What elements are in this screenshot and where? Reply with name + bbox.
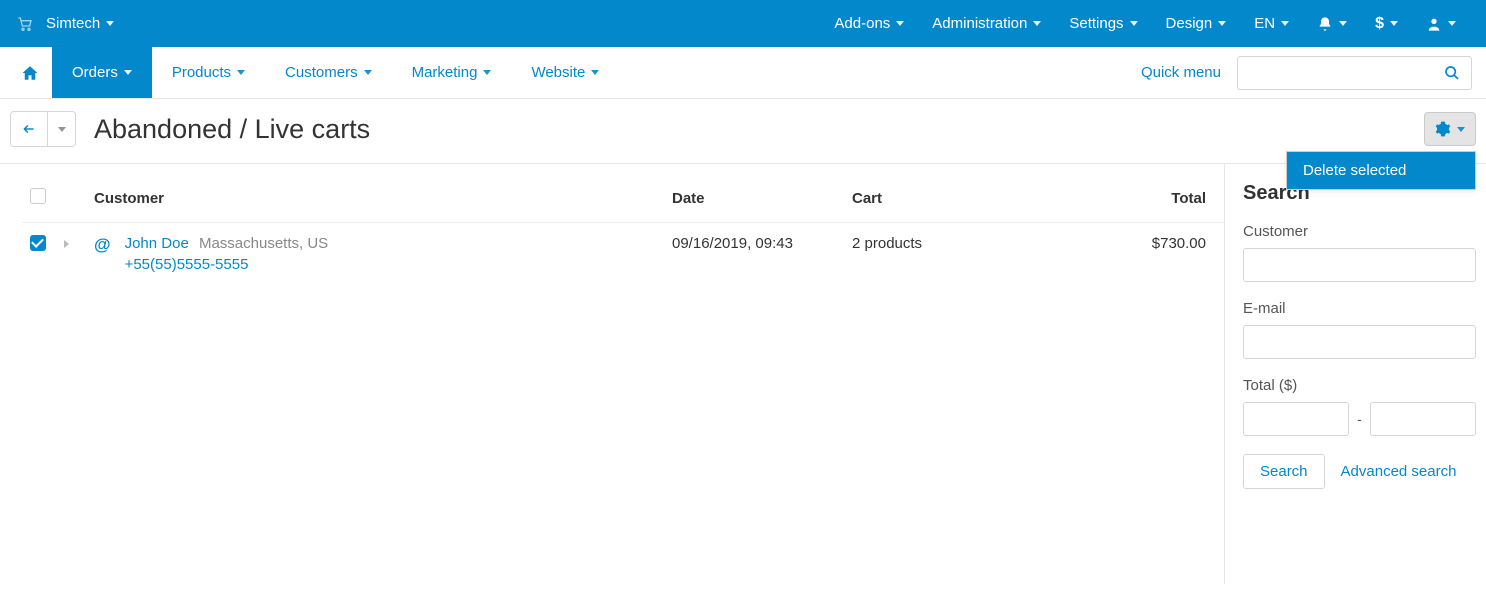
caret-down-icon xyxy=(58,127,66,132)
table-row: @ John Doe Massachusetts, US +55(55)5555… xyxy=(22,223,1224,286)
top-administration-label: Administration xyxy=(932,15,1027,32)
select-all-checkbox[interactable] xyxy=(30,188,46,204)
cart-icon xyxy=(16,16,34,32)
gear-dropdown: Delete selected xyxy=(1286,151,1476,190)
top-language-label: EN xyxy=(1254,15,1275,32)
global-search xyxy=(1237,47,1478,98)
total-range-dash: - xyxy=(1357,411,1362,427)
advanced-search-link[interactable]: Advanced search xyxy=(1341,463,1457,480)
total-label: Total ($) xyxy=(1243,377,1476,394)
top-language[interactable]: EN xyxy=(1240,0,1303,47)
top-notifications[interactable] xyxy=(1303,0,1361,47)
email-icon[interactable]: @ xyxy=(94,235,111,255)
total-from-input[interactable] xyxy=(1243,402,1349,436)
email-label: E-mail xyxy=(1243,300,1476,317)
nav-website-label: Website xyxy=(531,64,585,81)
caret-down-icon xyxy=(1448,21,1456,26)
sidebar-search-button[interactable]: Search xyxy=(1243,454,1325,489)
top-settings[interactable]: Settings xyxy=(1055,0,1151,47)
top-settings-label: Settings xyxy=(1069,15,1123,32)
caret-down-icon xyxy=(1390,21,1398,26)
arrow-left-icon xyxy=(20,122,38,136)
main-nav: Orders Products Customers Marketing Webs… xyxy=(0,47,1486,99)
back-button-group xyxy=(10,111,76,147)
caret-down-icon xyxy=(1281,21,1289,26)
brand-label: Simtech xyxy=(46,15,100,32)
total-to-input[interactable] xyxy=(1370,402,1476,436)
top-bar: Simtech Add-ons Administration Settings … xyxy=(0,0,1486,47)
caret-down-icon xyxy=(1218,21,1226,26)
caret-down-icon xyxy=(1033,21,1041,26)
email-input[interactable] xyxy=(1243,325,1476,359)
top-addons[interactable]: Add-ons xyxy=(820,0,918,47)
bell-icon xyxy=(1317,16,1333,32)
title-bar: Abandoned / Live carts Delete selected xyxy=(0,99,1486,164)
home-icon xyxy=(21,64,39,82)
caret-down-icon xyxy=(896,21,904,26)
nav-home[interactable] xyxy=(8,47,52,98)
brand-menu[interactable]: Simtech xyxy=(42,0,128,47)
back-button[interactable] xyxy=(11,112,47,146)
nav-marketing[interactable]: Marketing xyxy=(392,47,512,98)
row-total: $730.00 xyxy=(1104,223,1224,286)
nav-products[interactable]: Products xyxy=(152,47,265,98)
nav-customers-label: Customers xyxy=(285,64,358,81)
customer-input[interactable] xyxy=(1243,248,1476,282)
sidebar-search-button-label: Search xyxy=(1260,463,1308,480)
caret-down-icon xyxy=(1130,21,1138,26)
page-title: Abandoned / Live carts xyxy=(94,114,370,145)
top-account[interactable] xyxy=(1412,0,1470,47)
delete-selected-label: Delete selected xyxy=(1303,162,1406,179)
back-history-menu[interactable] xyxy=(47,112,75,146)
nav-products-label: Products xyxy=(172,64,231,81)
row-date: 09/16/2019, 09:43 xyxy=(664,223,844,286)
global-search-input[interactable] xyxy=(1237,56,1432,90)
nav-website[interactable]: Website xyxy=(511,47,619,98)
quick-menu[interactable]: Quick menu xyxy=(1125,47,1237,98)
caret-down-icon xyxy=(1339,21,1347,26)
row-expand-toggle[interactable] xyxy=(64,240,69,248)
customer-label: Customer xyxy=(1243,223,1476,240)
top-design-label: Design xyxy=(1166,15,1213,32)
customer-name-link[interactable]: John Doe xyxy=(125,235,189,252)
row-cart: 2 products xyxy=(844,223,1104,286)
content-area: Customer Date Cart Total @ J xyxy=(0,164,1486,584)
nav-orders[interactable]: Orders xyxy=(52,47,152,98)
gear-icon xyxy=(1435,121,1451,137)
caret-down-icon xyxy=(124,70,132,75)
sidebar-search: Search Customer E-mail Total ($) - Searc… xyxy=(1224,164,1486,584)
col-total: Total xyxy=(1104,174,1224,223)
caret-down-icon xyxy=(591,70,599,75)
customer-phone-link[interactable]: +55(55)5555-5555 xyxy=(125,256,249,273)
col-customer: Customer xyxy=(86,174,664,223)
col-date: Date xyxy=(664,174,844,223)
top-design[interactable]: Design xyxy=(1152,0,1241,47)
brand-area: Simtech xyxy=(16,0,128,47)
main-column: Customer Date Cart Total @ J xyxy=(0,164,1224,584)
dollar-icon: $ xyxy=(1375,15,1384,33)
nav-customers[interactable]: Customers xyxy=(265,47,392,98)
top-addons-label: Add-ons xyxy=(834,15,890,32)
gear-menu-button[interactable] xyxy=(1424,112,1476,146)
caret-down-icon xyxy=(237,70,245,75)
carts-table: Customer Date Cart Total @ J xyxy=(22,174,1224,285)
caret-down-icon xyxy=(1457,127,1465,132)
quick-menu-label: Quick menu xyxy=(1141,64,1221,81)
row-checkbox[interactable] xyxy=(30,235,46,251)
nav-orders-label: Orders xyxy=(72,64,118,81)
caret-down-icon xyxy=(106,21,114,26)
top-administration[interactable]: Administration xyxy=(918,0,1055,47)
global-search-button[interactable] xyxy=(1432,56,1472,90)
caret-down-icon xyxy=(483,70,491,75)
customer-location: Massachusetts, US xyxy=(199,235,328,252)
user-icon xyxy=(1426,16,1442,32)
col-cart: Cart xyxy=(844,174,1104,223)
nav-marketing-label: Marketing xyxy=(412,64,478,81)
caret-down-icon xyxy=(364,70,372,75)
top-currency[interactable]: $ xyxy=(1361,0,1412,47)
delete-selected-item[interactable]: Delete selected xyxy=(1287,152,1475,189)
top-right-menu: Add-ons Administration Settings Design E… xyxy=(820,0,1470,47)
search-icon xyxy=(1444,65,1460,81)
